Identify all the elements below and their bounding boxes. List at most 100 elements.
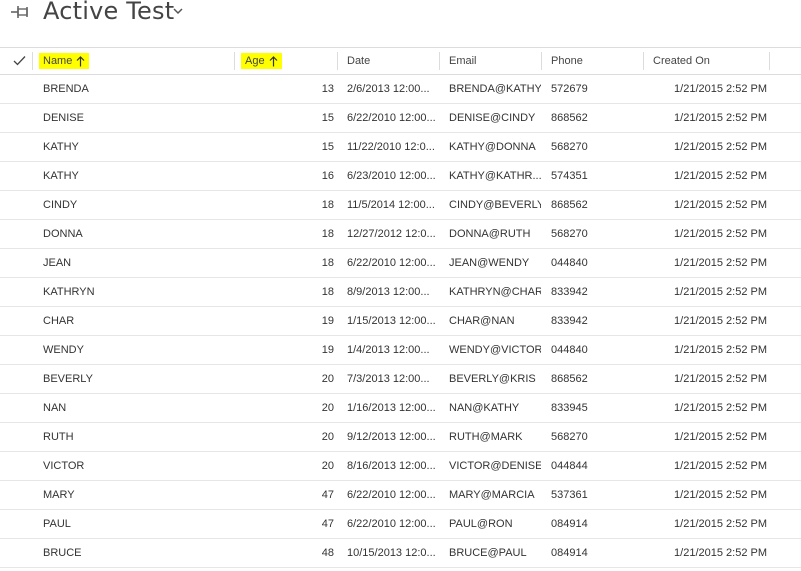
column-header-name[interactable]: Name <box>39 48 90 74</box>
cell-date: 10/15/2013 12:0... <box>347 547 436 559</box>
column-header-phone[interactable]: Phone <box>551 48 583 74</box>
table-row[interactable]: RUTH 20 9/12/2013 12:00... RUTH@MARK 568270 1… <box>0 423 801 452</box>
column-divider[interactable] <box>541 52 542 70</box>
cell-created-on: 1/21/2015 2:52 PM <box>674 373 767 385</box>
table-row[interactable]: BEVERLY 20 7/3/2013 12:00... BEVERLY@KRIS 86… <box>0 365 801 394</box>
column-header-date-label: Date <box>347 55 371 67</box>
cell-created-on: 1/21/2015 2:52 PM <box>674 402 767 414</box>
cell-date: 2/6/2013 12:00... <box>347 83 430 95</box>
cell-age: 47 <box>321 489 334 501</box>
cell-name: DENISE <box>43 112 84 124</box>
table-row[interactable]: JEAN 18 6/22/2010 12:00... JEAN@WENDY 044840… <box>0 249 801 278</box>
table-row[interactable]: CINDY 18 11/5/2014 12:00... CINDY@BEVERLY 86… <box>0 191 801 220</box>
cell-created-on: 1/21/2015 2:52 PM <box>674 170 767 182</box>
table-row[interactable]: CHAR 19 1/15/2013 12:00... CHAR@NAN 833942 1/… <box>0 307 801 336</box>
cell-date: 8/9/2013 12:00... <box>347 286 430 298</box>
chevron-down-icon[interactable] <box>172 6 184 16</box>
cell-email: PAUL@RON <box>449 518 513 530</box>
cell-name: NAN <box>43 402 67 414</box>
cell-email: BRUCE@PAUL <box>449 547 527 559</box>
cell-created-on: 1/21/2015 2:52 PM <box>674 547 767 559</box>
table-row[interactable]: BRUCE 48 10/15/2013 12:0... BRUCE@PAUL 08491… <box>0 539 801 568</box>
table-row[interactable]: DENISE 15 6/22/2010 12:00... DENISE@CINDY 86… <box>0 104 801 133</box>
column-divider[interactable] <box>439 52 440 70</box>
cell-email: DENISE@CINDY <box>449 112 536 124</box>
cell-phone: 044844 <box>551 460 588 472</box>
column-divider[interactable] <box>234 52 235 70</box>
data-grid: Name Age Date Email Phone Created On BRE… <box>0 47 801 568</box>
column-divider[interactable] <box>643 52 644 70</box>
cell-age: 15 <box>321 141 334 153</box>
table-row[interactable]: DONNA 18 12/27/2012 12:0... DONNA@RUTH 56827… <box>0 220 801 249</box>
table-row[interactable]: BRENDA 13 2/6/2013 12:00... BRENDA@KATHY 572… <box>0 75 801 104</box>
column-divider[interactable] <box>769 52 770 70</box>
cell-email: VICTOR@DENISE <box>449 460 541 472</box>
cell-created-on: 1/21/2015 2:52 PM <box>674 518 767 530</box>
cell-date: 8/16/2013 12:00... <box>347 460 436 472</box>
cell-email: JEAN@WENDY <box>449 257 530 269</box>
cell-email: RUTH@MARK <box>449 431 523 443</box>
column-header-date[interactable]: Date <box>347 48 370 74</box>
cell-phone: 833945 <box>551 402 588 414</box>
column-header-created-on[interactable]: Created On <box>653 48 710 74</box>
cell-name: BRENDA <box>43 83 89 95</box>
table-row[interactable]: KATHRYN 18 8/9/2013 12:00... KATHRYN@CHAR 83… <box>0 278 801 307</box>
title-bar: Active Test <box>0 0 801 40</box>
cell-name: KATHRYN <box>43 286 95 298</box>
cell-name: WENDY <box>43 344 84 356</box>
cell-created-on: 1/21/2015 2:52 PM <box>674 112 767 124</box>
page-title[interactable]: Active Test <box>43 0 174 25</box>
cell-email: DONNA@RUTH <box>449 228 531 240</box>
cell-phone: 574351 <box>551 170 588 182</box>
checkmark-icon[interactable] <box>13 55 26 66</box>
cell-created-on: 1/21/2015 2:52 PM <box>674 315 767 327</box>
table-row[interactable]: VICTOR 20 8/16/2013 12:00... VICTOR@DENISE 0… <box>0 452 801 481</box>
cell-phone: 868562 <box>551 373 588 385</box>
column-header-age-label: Age <box>245 55 265 67</box>
cell-email: BRENDA@KATHY <box>449 83 541 95</box>
cell-date: 1/16/2013 12:00... <box>347 402 436 414</box>
cell-created-on: 1/21/2015 2:52 PM <box>674 431 767 443</box>
cell-age: 47 <box>321 518 334 530</box>
cell-date: 11/5/2014 12:00... <box>347 199 435 211</box>
cell-date: 1/4/2013 12:00... <box>347 344 430 356</box>
cell-name: KATHY <box>43 170 79 182</box>
table-row[interactable]: MARY 47 6/22/2010 12:00... MARY@MARCIA 53736… <box>0 481 801 510</box>
cell-phone: 568270 <box>551 228 588 240</box>
cell-age: 20 <box>321 373 334 385</box>
column-header-email[interactable]: Email <box>449 48 477 74</box>
cell-phone: 833942 <box>551 286 588 298</box>
cell-email: WENDY@VICTOR <box>449 344 541 356</box>
pin-icon[interactable] <box>10 3 30 21</box>
table-row[interactable]: WENDY 19 1/4/2013 12:00... WENDY@VICTOR 0448… <box>0 336 801 365</box>
cell-phone: 868562 <box>551 199 588 211</box>
cell-date: 11/22/2010 12:0... <box>347 141 435 153</box>
cell-email: CINDY@BEVERLY <box>449 199 541 211</box>
cell-age: 19 <box>321 315 334 327</box>
table-row[interactable]: PAUL 47 6/22/2010 12:00... PAUL@RON 084914 1/… <box>0 510 801 539</box>
cell-age: 20 <box>321 402 334 414</box>
cell-age: 13 <box>321 83 334 95</box>
cell-phone: 537361 <box>551 489 588 501</box>
cell-phone: 868562 <box>551 112 588 124</box>
grid-body: BRENDA 13 2/6/2013 12:00... BRENDA@KATHY 572… <box>0 75 801 568</box>
column-divider[interactable] <box>337 52 338 70</box>
cell-name: VICTOR <box>43 460 85 472</box>
cell-email: MARY@MARCIA <box>449 489 535 501</box>
cell-date: 6/22/2010 12:00... <box>347 112 436 124</box>
cell-age: 19 <box>321 344 334 356</box>
cell-phone: 044840 <box>551 257 588 269</box>
cell-name: JEAN <box>43 257 72 269</box>
cell-date: 6/22/2010 12:00... <box>347 257 436 269</box>
table-row[interactable]: KATHY 16 6/23/2010 12:00... KATHY@KATHR... 5… <box>0 162 801 191</box>
cell-email: KATHRYN@CHAR <box>449 286 541 298</box>
cell-created-on: 1/21/2015 2:52 PM <box>674 460 767 472</box>
cell-age: 18 <box>321 257 334 269</box>
cell-age: 18 <box>321 199 334 211</box>
table-row[interactable]: NAN 20 1/16/2013 12:00... NAN@KATHY 833945 1/… <box>0 394 801 423</box>
cell-created-on: 1/21/2015 2:52 PM <box>674 199 767 211</box>
column-header-age[interactable]: Age <box>241 48 282 74</box>
table-row[interactable]: KATHY 15 11/22/2010 12:0... KATHY@DONNA 5682… <box>0 133 801 162</box>
cell-name: PAUL <box>43 518 71 530</box>
grid-header: Name Age Date Email Phone Created On <box>0 47 801 75</box>
